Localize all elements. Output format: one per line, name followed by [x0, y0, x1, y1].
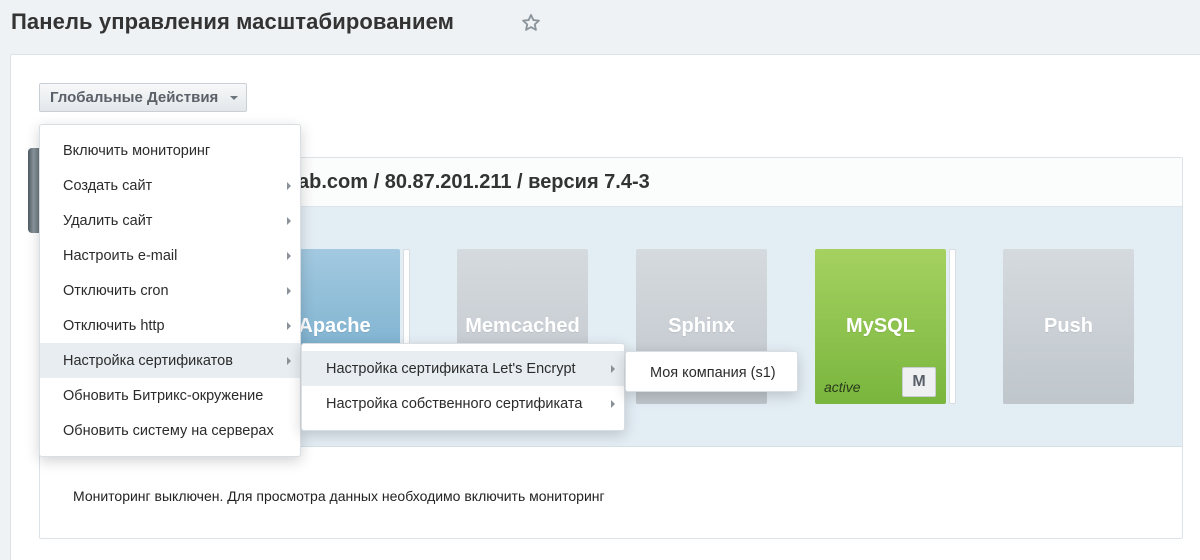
menu-item-create-site[interactable]: Создать сайт [40, 168, 300, 203]
menu-item-own-certificate[interactable]: Настройка собственного сертификата [302, 386, 624, 421]
menu-item-delete-site[interactable]: Удалить сайт [40, 203, 300, 238]
menu-item-label: Настроить e-mail [63, 247, 178, 264]
role-status: active [824, 379, 861, 395]
role-name: Sphinx [668, 315, 735, 337]
menu-item-configure-email[interactable]: Настроить e-mail [40, 238, 300, 273]
menu-item-update-system[interactable]: Обновить систему на серверах [40, 413, 300, 448]
role-name: Push [1044, 315, 1093, 337]
chevron-right-icon [287, 252, 291, 260]
certificates-submenu: Настройка сертификата Let's Encrypt Наст… [301, 343, 625, 431]
menu-item-update-bitrix-env[interactable]: Обновить Битрикс-окружение [40, 378, 300, 413]
menu-item-letsencrypt[interactable]: Настройка сертификата Let's Encrypt [302, 351, 624, 386]
chevron-right-icon [287, 217, 291, 225]
menu-item-label: Создать сайт [63, 177, 153, 194]
menu-item-label: Отключить cron [63, 282, 169, 299]
caret-down-icon [230, 96, 238, 100]
role-scrollbar[interactable] [949, 249, 956, 404]
page-title: Панель управления масштабированием [11, 9, 454, 34]
global-actions-menu: Включить мониторинг Создать сайт Удалить… [39, 124, 301, 457]
page-header: Панель управления масштабированием [0, 0, 1200, 50]
menu-item-enable-monitoring[interactable]: Включить мониторинг [40, 133, 300, 168]
menu-item-certificates[interactable]: Настройка сертификатов [40, 343, 300, 378]
chevron-right-icon [287, 287, 291, 295]
menu-item-label: Моя компания (s1) [650, 364, 776, 381]
menu-item-label: Обновить Битрикс-окружение [63, 387, 264, 404]
role-tile-push[interactable]: Push [1003, 249, 1134, 404]
chevron-right-icon [287, 182, 291, 190]
star-icon[interactable] [520, 12, 542, 34]
menu-item-label: Настройка сертификатов [63, 352, 233, 369]
global-actions-button[interactable]: Глобальные Действия [39, 83, 247, 112]
role-name: MySQL [846, 315, 915, 337]
chevron-right-icon [287, 322, 291, 330]
chevron-right-icon [611, 365, 615, 373]
sites-submenu: Моя компания (s1) [625, 351, 798, 392]
menu-item-disable-http[interactable]: Отключить http [40, 308, 300, 343]
menu-item-label: Включить мониторинг [63, 142, 211, 159]
menu-item-label: Настройка сертификата Let's Encrypt [326, 360, 576, 377]
menu-item-label: Удалить сайт [63, 212, 153, 229]
menu-item-label: Настройка собственного сертификата [326, 395, 583, 412]
chevron-right-icon [611, 400, 615, 408]
menu-item-label: Отключить http [63, 317, 165, 334]
global-actions-label: Глобальные Действия [50, 89, 219, 106]
menu-item-disable-cron[interactable]: Отключить cron [40, 273, 300, 308]
chevron-right-icon [287, 357, 291, 365]
role-badge-button[interactable]: M [902, 367, 936, 397]
role-name: Memcached [465, 315, 580, 337]
monitoring-message: Мониторинг выключен. Для просмотра данны… [73, 488, 605, 504]
server-title: ab.com / 80.87.201.211 / версия 7.4-3 [298, 171, 650, 193]
menu-item-site-s1[interactable]: Моя компания (s1) [626, 355, 797, 390]
role-name: Apache [298, 315, 371, 337]
menu-item-label: Обновить систему на серверах [63, 422, 274, 439]
